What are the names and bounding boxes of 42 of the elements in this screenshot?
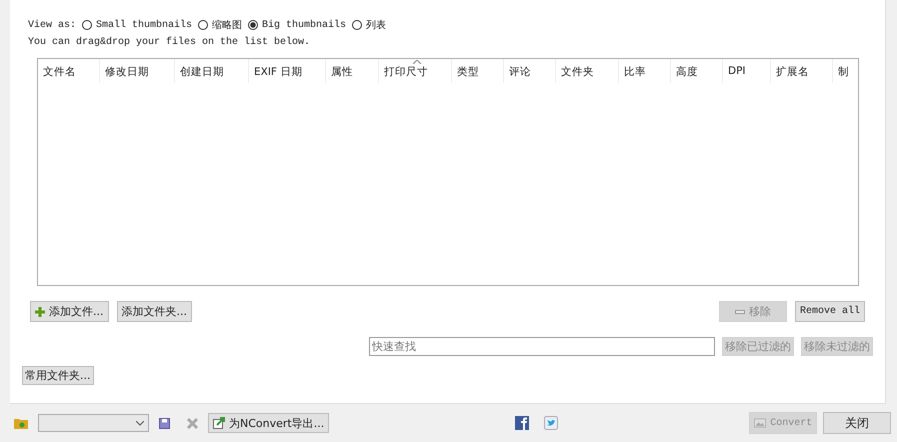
favorites-button[interactable]: 常用文件夹...: [22, 366, 94, 385]
folder-icon[interactable]: [14, 417, 28, 429]
document-arrow-icon: [213, 417, 225, 429]
close-button[interactable]: 关闭: [823, 412, 892, 434]
radio-icon[interactable]: [248, 20, 258, 30]
view-option[interactable]: Big thumbnails: [248, 20, 346, 30]
chevron-icon: [136, 420, 144, 426]
column-header[interactable]: 比率: [619, 59, 671, 83]
column-header[interactable]: EXIF 日期: [249, 59, 326, 83]
facebook-icon[interactable]: [515, 416, 530, 430]
column-header[interactable]: 文件夹: [556, 59, 619, 83]
add-button[interactable]: 添加文件夹...: [116, 301, 192, 322]
remove-all-button[interactable]: Remove all: [794, 301, 865, 322]
image-icon: [754, 417, 766, 429]
radio-icon[interactable]: [198, 20, 208, 30]
radio-icon[interactable]: [82, 20, 92, 30]
column-header[interactable]: DPI: [723, 59, 771, 83]
plus-icon: [35, 306, 45, 316]
view-as-label: View as:: [28, 20, 76, 30]
add-button[interactable]: 添加文件...: [30, 301, 108, 322]
hint-text: You can drag&drop your files on the list below.: [28, 37, 312, 50]
minus-icon: [734, 310, 745, 314]
file-list[interactable]: 文件名 修改日期 创建日期 EXIF 日期 属性 打印尺寸 类型 评论 文件夹 比率 高度 DPI 扩展名 制: [37, 58, 859, 286]
column-header[interactable]: 制: [833, 59, 858, 83]
column-header[interactable]: 扩展名: [771, 59, 833, 83]
bird-icon[interactable]: [544, 416, 558, 430]
column-header[interactable]: 打印尺寸: [379, 59, 452, 83]
view-option[interactable]: 列表: [352, 18, 386, 32]
save-icon[interactable]: [159, 418, 170, 428]
column-header[interactable]: 属性: [326, 59, 379, 83]
column-header[interactable]: 创建日期: [175, 59, 249, 83]
export-button[interactable]: 为NConvert导出...: [208, 413, 330, 433]
column-header[interactable]: 修改日期: [100, 59, 175, 83]
radio-icon[interactable]: [352, 20, 362, 30]
column-header[interactable]: 高度: [671, 59, 723, 83]
view-option[interactable]: Small thumbnails: [82, 20, 192, 30]
sort-caret-icon: [413, 60, 421, 64]
search-field[interactable]: 快速查找: [369, 337, 715, 356]
view-option[interactable]: 缩略图: [198, 18, 242, 32]
column-header[interactable]: 文件名: [38, 59, 100, 83]
column-header[interactable]: 评论: [504, 59, 556, 83]
column-header[interactable]: 类型: [452, 59, 504, 83]
